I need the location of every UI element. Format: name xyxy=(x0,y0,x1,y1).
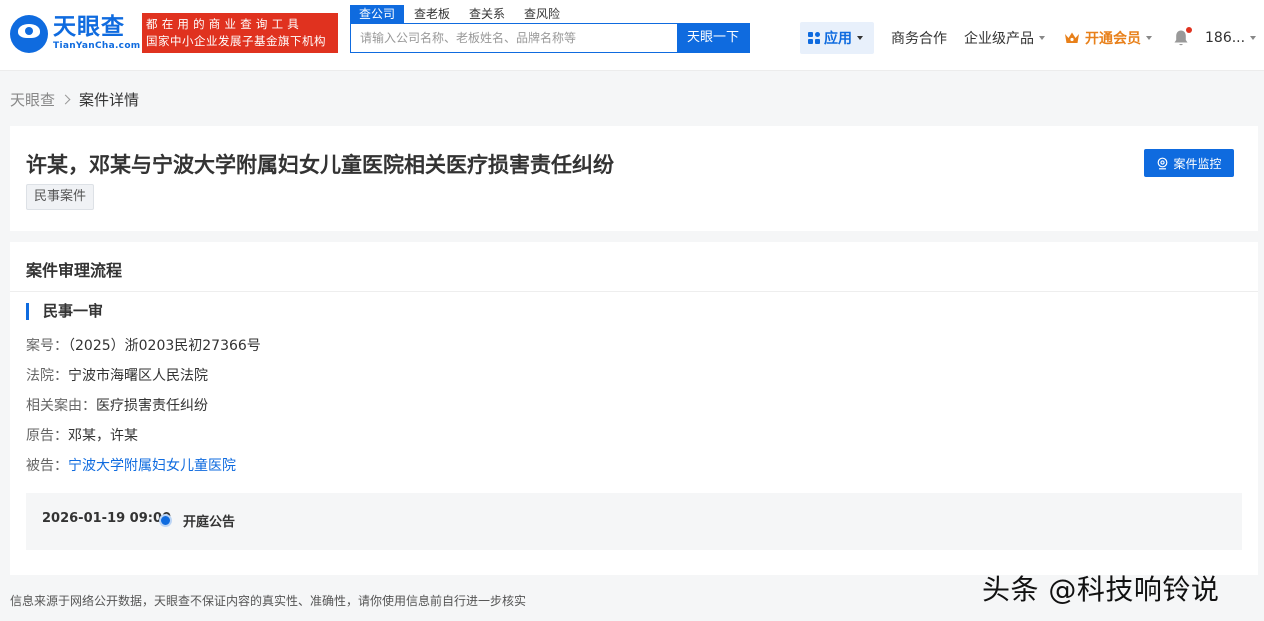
defendant-row: 被告：宁波大学附属妇女儿童医院 xyxy=(26,456,236,476)
defendant-link[interactable]: 宁波大学附属妇女儿童医院 xyxy=(68,458,236,474)
location-pin-icon xyxy=(1158,157,1168,169)
crown-icon xyxy=(1065,32,1079,43)
enterprise-products-menu[interactable]: 企业级产品 xyxy=(964,22,1045,54)
chevron-down-icon xyxy=(857,36,863,40)
timeline-dot-icon xyxy=(159,514,172,527)
vip-label: 开通会员 xyxy=(1085,31,1141,47)
business-cooperation-link[interactable]: 商务合作 xyxy=(891,22,947,54)
timeline-event[interactable]: 开庭公告 xyxy=(183,511,235,530)
cause-row: 相关案由：医疗损害责任纠纷 xyxy=(26,396,208,416)
logo-text: 天眼查 xyxy=(53,14,125,40)
plaintiff-value: 邓某，许某 xyxy=(68,428,138,444)
enterprise-products-label: 企业级产品 xyxy=(964,31,1034,47)
tab-risk[interactable]: 查风险 xyxy=(515,5,569,23)
case-monitor-label: 案件监控 xyxy=(1173,156,1222,171)
case-type-badge: 民事案件 xyxy=(26,184,95,210)
case-number-label: 案号： xyxy=(26,338,68,354)
plaintiff-row: 原告：邓某，许某 xyxy=(26,426,138,446)
chevron-down-icon xyxy=(1250,36,1257,40)
eye-logo-icon xyxy=(10,15,48,53)
slogan-line-1: 都在用的商业查询工具 xyxy=(146,17,303,31)
breadcrumb-home[interactable]: 天眼查 xyxy=(10,89,55,110)
watermark: 头条 @科技响铃说 xyxy=(982,573,1220,606)
breadcrumb-current: 案件详情 xyxy=(79,90,140,109)
user-phone-label: 186... xyxy=(1205,30,1246,46)
case-number-row: 案号：（2025）浙0203民初27366号 xyxy=(26,336,261,356)
apps-grid-icon xyxy=(808,32,820,44)
apps-label: 应用 xyxy=(824,31,852,47)
vip-menu[interactable]: 开通会员 xyxy=(1064,22,1152,54)
user-menu[interactable]: 186... xyxy=(1205,22,1257,54)
notification-dot xyxy=(1186,27,1192,33)
tab-company[interactable]: 查公司 xyxy=(350,5,405,23)
cause-value: 医疗损害责任纠纷 xyxy=(96,398,208,414)
court-label: 法院： xyxy=(26,368,68,384)
chevron-down-icon xyxy=(1146,36,1152,40)
search-button[interactable]: 天眼一下 xyxy=(677,23,749,53)
top-header: 天眼查 TianYanCha.com 都在用的商业查询工具 国家中小企业发展子基… xyxy=(0,0,1264,71)
section-header: 案件审理流程 xyxy=(10,242,1258,292)
plaintiff-label: 原告： xyxy=(26,428,68,444)
cause-label: 相关案由： xyxy=(26,398,96,414)
tianyancha-logo[interactable]: 天眼查 TianYanCha.com xyxy=(10,13,140,55)
trial-stage-title: 民事一审 xyxy=(26,303,103,320)
tab-relation[interactable]: 查关系 xyxy=(460,5,514,23)
defendant-label: 被告： xyxy=(26,458,68,474)
breadcrumb: 天眼查 案件详情 xyxy=(10,88,139,110)
case-title-card: 许某，邓某与宁波大学附属妇女儿童医院相关医疗损害责任纠纷 民事案件 案件监控 xyxy=(10,126,1258,231)
search-box: 天眼一下 xyxy=(350,23,750,53)
chevron-right-icon xyxy=(60,94,71,104)
search-tabs: 查公司 查老板 查关系 查风险 xyxy=(350,5,570,23)
logo-domain: TianYanCha.com xyxy=(53,41,141,51)
timeline-item: 2026-01-19 09:00 开庭公告 xyxy=(26,493,1242,550)
tab-boss[interactable]: 查老板 xyxy=(405,5,459,23)
court-row: 法院：宁波市海曙区人民法院 xyxy=(26,366,208,386)
case-process-card: 案件审理流程 民事一审 案号：（2025）浙0203民初27366号 法院：宁波… xyxy=(10,242,1258,575)
slogan-line-2: 国家中小企业发展子基金旗下机构 xyxy=(146,34,326,48)
court-value: 宁波市海曙区人民法院 xyxy=(68,368,208,384)
slogan-banner: 都在用的商业查询工具 国家中小企业发展子基金旗下机构 xyxy=(142,13,338,53)
apps-menu[interactable]: 应用 xyxy=(800,22,874,54)
section-title: 案件审理流程 xyxy=(26,261,123,280)
disclaimer-text: 信息来源于网络公开数据，天眼查不保证内容的真实性、准确性，请你使用信息前自行进一… xyxy=(10,594,527,608)
case-monitor-button[interactable]: 案件监控 xyxy=(1144,149,1234,177)
case-number-value: （2025）浙0203民初27366号 xyxy=(68,338,261,354)
timeline-date: 2026-01-19 09:00 xyxy=(42,511,172,526)
chevron-down-icon xyxy=(1039,36,1045,40)
search-input[interactable] xyxy=(351,24,679,52)
page-title: 许某，邓某与宁波大学附属妇女儿童医院相关医疗损害责任纠纷 xyxy=(26,153,614,177)
